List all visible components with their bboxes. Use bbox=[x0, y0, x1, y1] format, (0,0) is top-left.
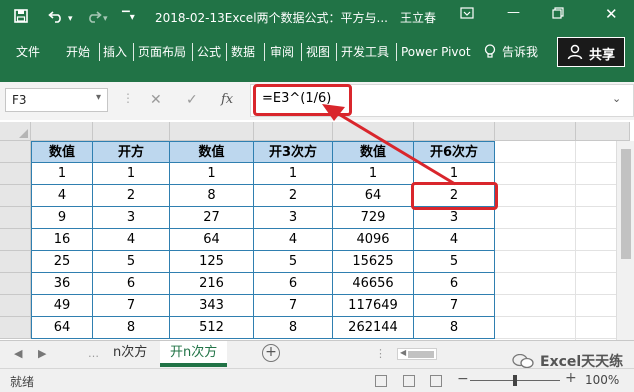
zoom-slider-thumb[interactable] bbox=[513, 375, 517, 386]
normal-view-icon[interactable] bbox=[375, 375, 387, 387]
arrow-line bbox=[331, 108, 456, 186]
page-layout-view-icon[interactable] bbox=[403, 375, 415, 387]
sheet-tab-n-root[interactable]: 开n次方 bbox=[160, 341, 228, 366]
zoom-in-button[interactable]: + bbox=[565, 370, 577, 386]
tab-scroll-dots[interactable]: … bbox=[88, 347, 99, 360]
horizontal-scroll-thumb[interactable] bbox=[408, 351, 434, 358]
zoom-out-button[interactable]: − bbox=[457, 371, 469, 387]
status-text: 就绪 bbox=[10, 375, 35, 389]
status-bar: 就绪 − + 100% bbox=[0, 368, 634, 392]
next-sheet-icon[interactable]: ▶ bbox=[38, 347, 46, 360]
scroll-left-icon[interactable]: ◀ bbox=[400, 348, 406, 357]
page-break-view-icon[interactable] bbox=[430, 375, 442, 387]
wechat-logo-icon bbox=[512, 354, 534, 368]
sheet-tab-n-power[interactable]: n次方 bbox=[103, 341, 157, 366]
annotation-arrow bbox=[322, 104, 456, 186]
arrow-head bbox=[322, 104, 345, 121]
add-sheet-button[interactable]: + bbox=[262, 344, 280, 362]
excel-window: ▾ ▾ ▔▾ 2018-02-13Excel两个数据公式：平方与... 王立春 … bbox=[0, 0, 634, 392]
hscroll-grip[interactable]: ⋮ bbox=[375, 347, 386, 360]
zoom-level[interactable]: 100% bbox=[585, 373, 619, 387]
prev-sheet-icon[interactable]: ◀ bbox=[14, 347, 22, 360]
